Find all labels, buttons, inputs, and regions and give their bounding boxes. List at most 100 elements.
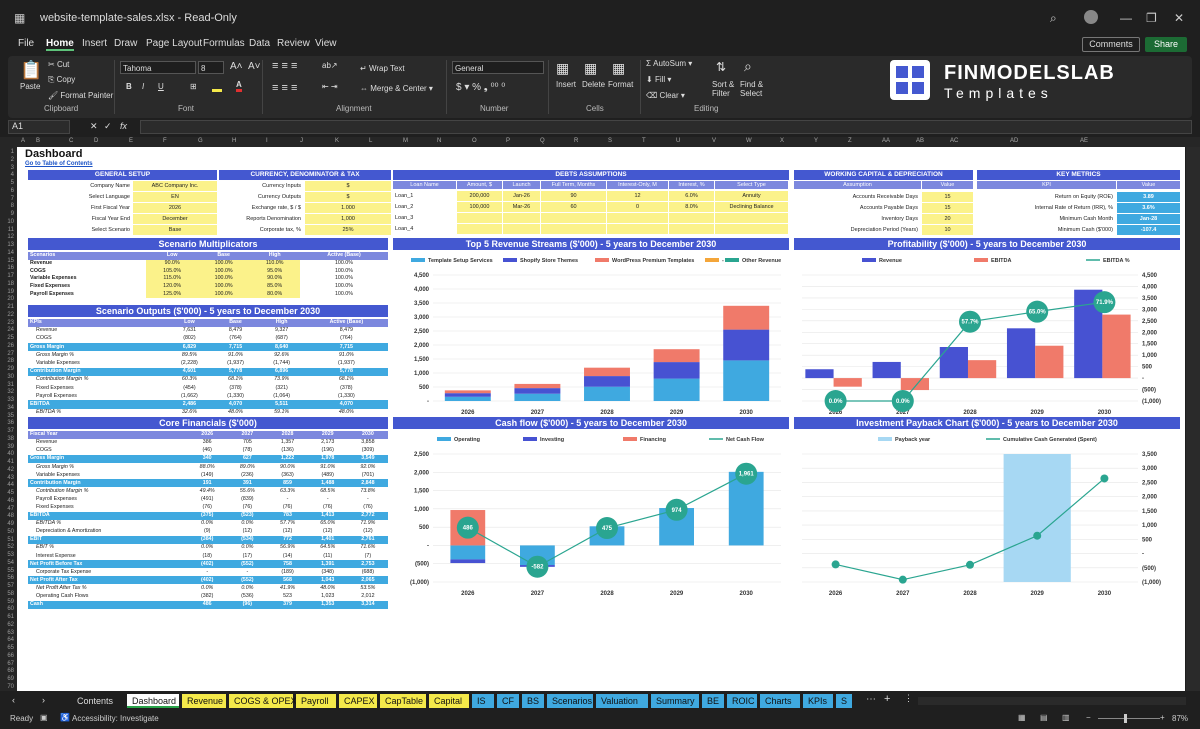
sheet-tab-s[interactable]: S [836,694,852,708]
row-header[interactable]: 11 [0,227,16,233]
borders-icon[interactable]: ⊞ [190,82,197,91]
loan-input[interactable]: 6.0% [669,191,714,201]
insert-cells-button[interactable]: Insert [556,80,576,89]
row-header[interactable]: 51 [0,537,16,543]
row-header[interactable]: 23 [0,320,16,326]
zoom-level[interactable]: 87% [1172,714,1188,723]
paste-button[interactable]: Paste [20,82,40,91]
loan-input[interactable] [503,213,540,223]
orientation-icon[interactable]: ab↗ [322,61,338,70]
setting-value[interactable]: 25% [305,225,391,235]
column-header[interactable]: O [472,138,477,144]
column-header[interactable]: N [437,138,441,144]
row-header[interactable]: 28 [0,358,16,364]
metric-value[interactable]: 20 [922,214,973,224]
loan-input[interactable] [669,213,714,223]
row-header[interactable]: 32 [0,389,16,395]
share-button[interactable]: Share [1145,37,1187,52]
column-header[interactable]: W [746,138,752,144]
zoom-slider-thumb[interactable] [1124,714,1127,723]
row-header[interactable]: 12 [0,234,16,240]
row-header[interactable]: 60 [0,606,16,612]
loan-input[interactable] [503,224,540,234]
menu-insert[interactable]: Insert [82,38,107,49]
formula-input[interactable] [140,120,1192,134]
column-header[interactable]: AE [1080,138,1088,144]
close-icon[interactable]: ✕ [1174,11,1184,25]
menu-view[interactable]: View [315,38,337,49]
table-of-contents-link[interactable]: Go to Table of Contents [25,161,93,167]
row-header[interactable]: 41 [0,459,16,465]
accessibility-icon[interactable]: ♿ [60,713,70,722]
row-header[interactable]: 27 [0,351,16,357]
loan-input[interactable] [715,224,788,234]
row-header[interactable]: 18 [0,281,16,287]
avatar[interactable] [1084,10,1098,24]
row-header[interactable]: 53 [0,552,16,558]
row-header[interactable]: 24 [0,327,16,333]
column-header[interactable]: K [335,138,339,144]
menu-page-layout[interactable]: Page Layout [146,38,202,49]
sort-filter-icon[interactable]: ⇅ [716,60,726,74]
fill-color-icon[interactable] [212,82,222,92]
loan-input[interactable]: Annuity [715,191,788,201]
column-header[interactable]: R [574,138,578,144]
sheet-tab-summary[interactable]: Summary [651,694,699,708]
find-select-button[interactable]: Find & Select [740,80,768,98]
row-header[interactable]: 25 [0,335,16,341]
loan-input[interactable] [669,224,714,234]
row-header[interactable]: 35 [0,413,16,419]
sheet-tab-cogs-opex[interactable]: COGS & OPEX [229,694,297,708]
loan-input[interactable]: Declining Balance [715,202,788,212]
setting-value[interactable]: $ [305,181,391,191]
row-header[interactable]: 16 [0,265,16,271]
sheet-tab-kpis[interactable]: KPIs [803,694,833,708]
row-header[interactable]: 70 [0,684,16,690]
row-header[interactable]: 42 [0,467,16,473]
column-header[interactable]: S [608,138,612,144]
horizontal-scrollbar[interactable] [918,697,1186,705]
column-header[interactable]: T [642,138,646,144]
sheet-tab-payroll[interactable]: Payroll [296,694,336,708]
row-header[interactable]: 14 [0,250,16,256]
column-header[interactable]: Y [814,138,818,144]
column-header[interactable]: AA [882,138,890,144]
font-color-icon[interactable]: A [236,80,242,92]
column-header[interactable]: L [369,138,372,144]
column-header[interactable]: AC [950,138,958,144]
sort-filter-button[interactable]: Sort & Filter [712,80,740,98]
sheet-tab-dashboard[interactable]: Dashboard [127,694,179,708]
row-header[interactable]: 10 [0,219,16,225]
row-header[interactable]: 48 [0,513,16,519]
metric-value[interactable]: 15 [922,203,973,213]
row-header[interactable]: 15 [0,258,16,264]
row-header[interactable]: 13 [0,242,16,248]
sheet-tab-be[interactable]: BE [702,694,724,708]
row-header[interactable]: 3 [0,165,16,171]
row-header[interactable]: 6 [0,188,16,194]
row-header[interactable]: 37 [0,428,16,434]
setting-value[interactable]: ABC Company Inc. [133,181,217,191]
loan-input[interactable]: Mar-26 [503,202,540,212]
menu-draw[interactable]: Draw [114,38,137,49]
setting-value[interactable]: Base [133,225,217,235]
wrap-text-button[interactable]: ↵ Wrap Text [360,64,405,73]
insert-cells-icon[interactable]: ▦ [556,60,569,77]
scroll-left-icon[interactable]: ‹ [12,695,15,705]
loan-input[interactable]: 12 [607,191,668,201]
font-name-select[interactable]: Tahoma [120,61,196,74]
zoom-slider[interactable] [1098,718,1160,719]
clear-button[interactable]: ⌫ Clear ▾ [646,91,685,100]
row-header[interactable]: 66 [0,653,16,659]
loan-input[interactable]: 100,000 [457,202,502,212]
column-header[interactable]: F [163,138,167,144]
setting-value[interactable]: December [133,214,217,224]
underline-icon[interactable]: U [158,82,164,91]
row-header[interactable]: 61 [0,614,16,620]
more-sheets-icon[interactable]: ⋯ [866,694,876,705]
row-header[interactable]: 47 [0,506,16,512]
sheet-tab-is[interactable]: IS [472,694,494,708]
column-header[interactable]: C [69,138,73,144]
indent-icon[interactable]: ⇤ ⇥ [322,82,338,91]
align-top-icon[interactable]: ≡ ≡ ≡ [272,60,297,72]
